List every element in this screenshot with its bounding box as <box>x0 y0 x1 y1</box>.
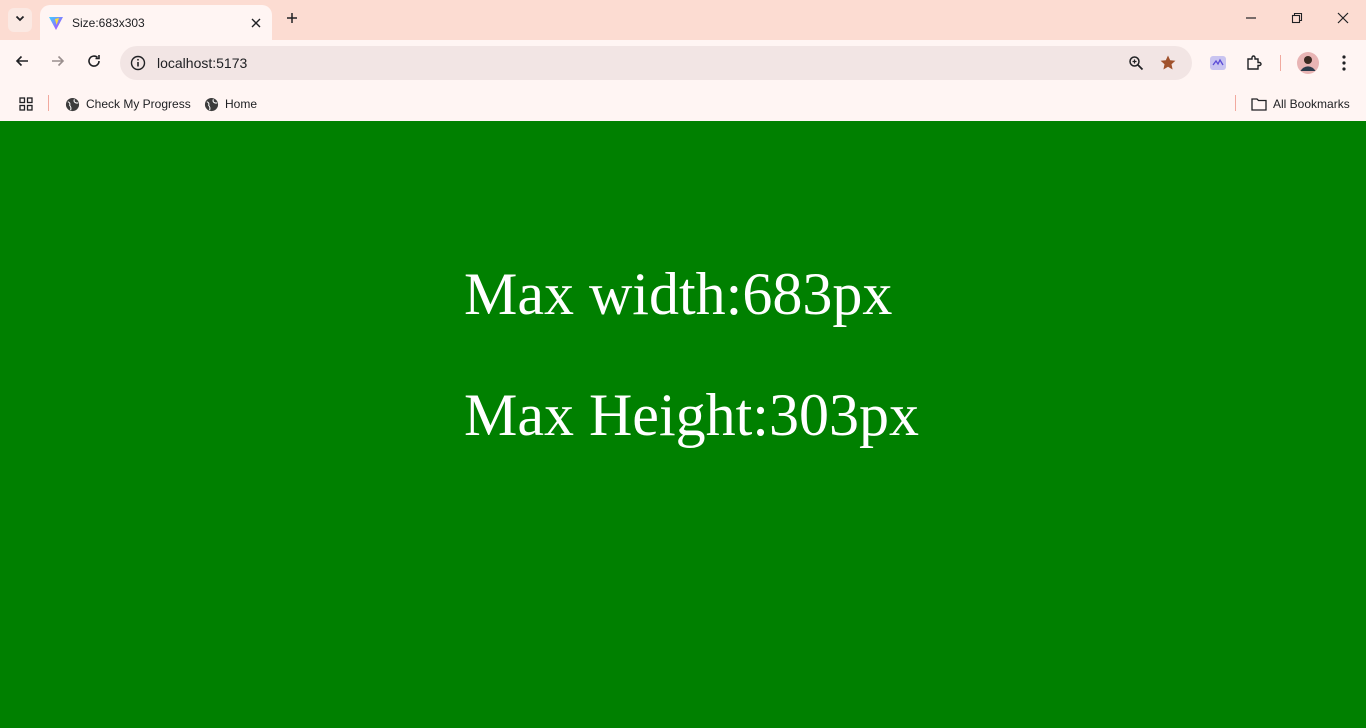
minimize-button[interactable] <box>1239 8 1263 32</box>
bookmarks-bar: Check My Progress Home All Bookmarks <box>0 86 1366 121</box>
close-tab-icon[interactable] <box>246 13 266 33</box>
apps-button[interactable] <box>18 92 40 116</box>
bookmark-star-icon[interactable] <box>1156 51 1180 75</box>
bookmarks-separator <box>1235 95 1236 111</box>
max-width-text: Max width:683px <box>464 261 893 327</box>
plus-icon <box>286 11 298 29</box>
tab-strip: Size:683x303 <box>0 0 1366 40</box>
reload-button[interactable] <box>80 49 108 77</box>
forward-button[interactable] <box>44 49 72 77</box>
apps-grid-icon <box>18 96 34 112</box>
folder-icon <box>1251 96 1267 112</box>
all-bookmarks-button[interactable]: All Bookmarks <box>1251 92 1350 116</box>
restore-icon <box>1291 11 1303 29</box>
extension-app-icon[interactable] <box>1206 51 1230 75</box>
browser-toolbar: localhost:5173 <box>0 40 1366 86</box>
toolbar-separator <box>1280 55 1281 71</box>
minimize-icon <box>1245 11 1257 29</box>
active-tab[interactable]: Size:683x303 <box>40 5 272 40</box>
close-window-button[interactable] <box>1331 8 1355 32</box>
page-content: Max width:683px Max Height:303px <box>0 121 1366 728</box>
bookmarks-separator <box>48 95 49 111</box>
extensions-puzzle-icon[interactable] <box>1242 51 1266 75</box>
url-text[interactable]: localhost:5173 <box>157 55 247 71</box>
bookmark-home[interactable]: Home <box>203 92 257 116</box>
bookmark-label: Home <box>225 97 258 111</box>
close-icon <box>1337 11 1349 29</box>
vite-favicon-icon <box>48 15 64 31</box>
address-bar[interactable]: localhost:5173 <box>120 46 1192 80</box>
bookmark-check-my-progress[interactable]: Check My Progress <box>64 92 191 116</box>
back-button[interactable] <box>8 49 36 77</box>
arrow-right-icon <box>50 53 66 74</box>
chevron-down-icon <box>14 11 26 29</box>
globe-icon <box>64 96 80 112</box>
zoom-icon[interactable] <box>1124 51 1148 75</box>
more-menu-icon[interactable] <box>1332 51 1356 75</box>
tab-search-button[interactable] <box>8 8 32 32</box>
arrow-left-icon <box>14 53 30 74</box>
new-tab-button[interactable] <box>280 8 304 32</box>
tab-title: Size:683x303 <box>72 15 145 30</box>
reload-icon <box>86 53 102 74</box>
globe-icon <box>203 96 219 112</box>
max-height-text: Max Height:303px <box>464 382 919 448</box>
all-bookmarks-label: All Bookmarks <box>1273 97 1350 111</box>
restore-button[interactable] <box>1285 8 1309 32</box>
site-info-icon[interactable] <box>128 53 148 73</box>
bookmark-label: Check My Progress <box>86 97 191 111</box>
profile-avatar[interactable] <box>1296 51 1320 75</box>
